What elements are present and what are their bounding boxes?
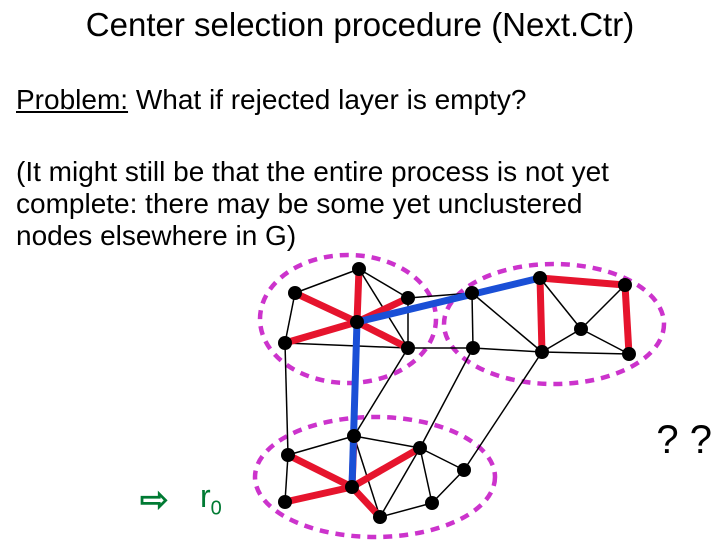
edge: [295, 269, 359, 293]
edge: [464, 352, 542, 470]
edge: [420, 448, 464, 470]
edge: [354, 436, 420, 448]
graph-node: [278, 336, 292, 350]
tree-edge: [540, 278, 542, 352]
graph-node: [278, 495, 292, 509]
tree-edge: [352, 448, 420, 487]
graph-node: [413, 441, 427, 455]
edge: [581, 285, 625, 329]
arrow-icon: ⇨: [140, 480, 169, 520]
graph-node: [533, 271, 547, 285]
graph-node: [350, 315, 364, 329]
tree-edge: [625, 285, 629, 354]
edge: [285, 293, 295, 343]
tree-edge: [285, 487, 352, 502]
graph-node: [347, 429, 361, 443]
graph-node: [281, 448, 295, 462]
edge: [542, 352, 629, 354]
tree-edge: [357, 269, 359, 322]
graph-diagram: [0, 0, 720, 540]
graph-node: [373, 510, 387, 524]
tree-edge: [540, 278, 625, 285]
tree-edge: [295, 293, 357, 322]
tree-edge: [288, 455, 352, 487]
inter-edge: [352, 322, 357, 487]
edge: [473, 348, 542, 352]
graph-node: [574, 322, 588, 336]
edge: [420, 348, 473, 448]
edge: [285, 343, 408, 348]
graph-node: [465, 286, 479, 300]
question-marks: ? ?: [656, 418, 712, 463]
tree-edge: [285, 322, 357, 343]
graph-node: [401, 291, 415, 305]
graph-node: [466, 341, 480, 355]
edge: [581, 329, 629, 354]
graph-node: [457, 463, 471, 477]
edge: [472, 293, 542, 352]
edge: [380, 503, 432, 517]
r0-label: r0: [200, 478, 222, 520]
graph-node: [618, 278, 632, 292]
graph-node: [535, 345, 549, 359]
edge: [359, 269, 408, 298]
graph-node: [425, 496, 439, 510]
edge: [472, 293, 473, 348]
graph-node: [622, 347, 636, 361]
graph-node: [345, 480, 359, 494]
edge: [540, 278, 581, 329]
edge: [420, 448, 432, 503]
graph-node: [401, 341, 415, 355]
edge: [285, 455, 288, 502]
edge: [288, 436, 354, 455]
edge: [354, 348, 408, 436]
graph-node: [352, 262, 366, 276]
graph-node: [288, 286, 302, 300]
